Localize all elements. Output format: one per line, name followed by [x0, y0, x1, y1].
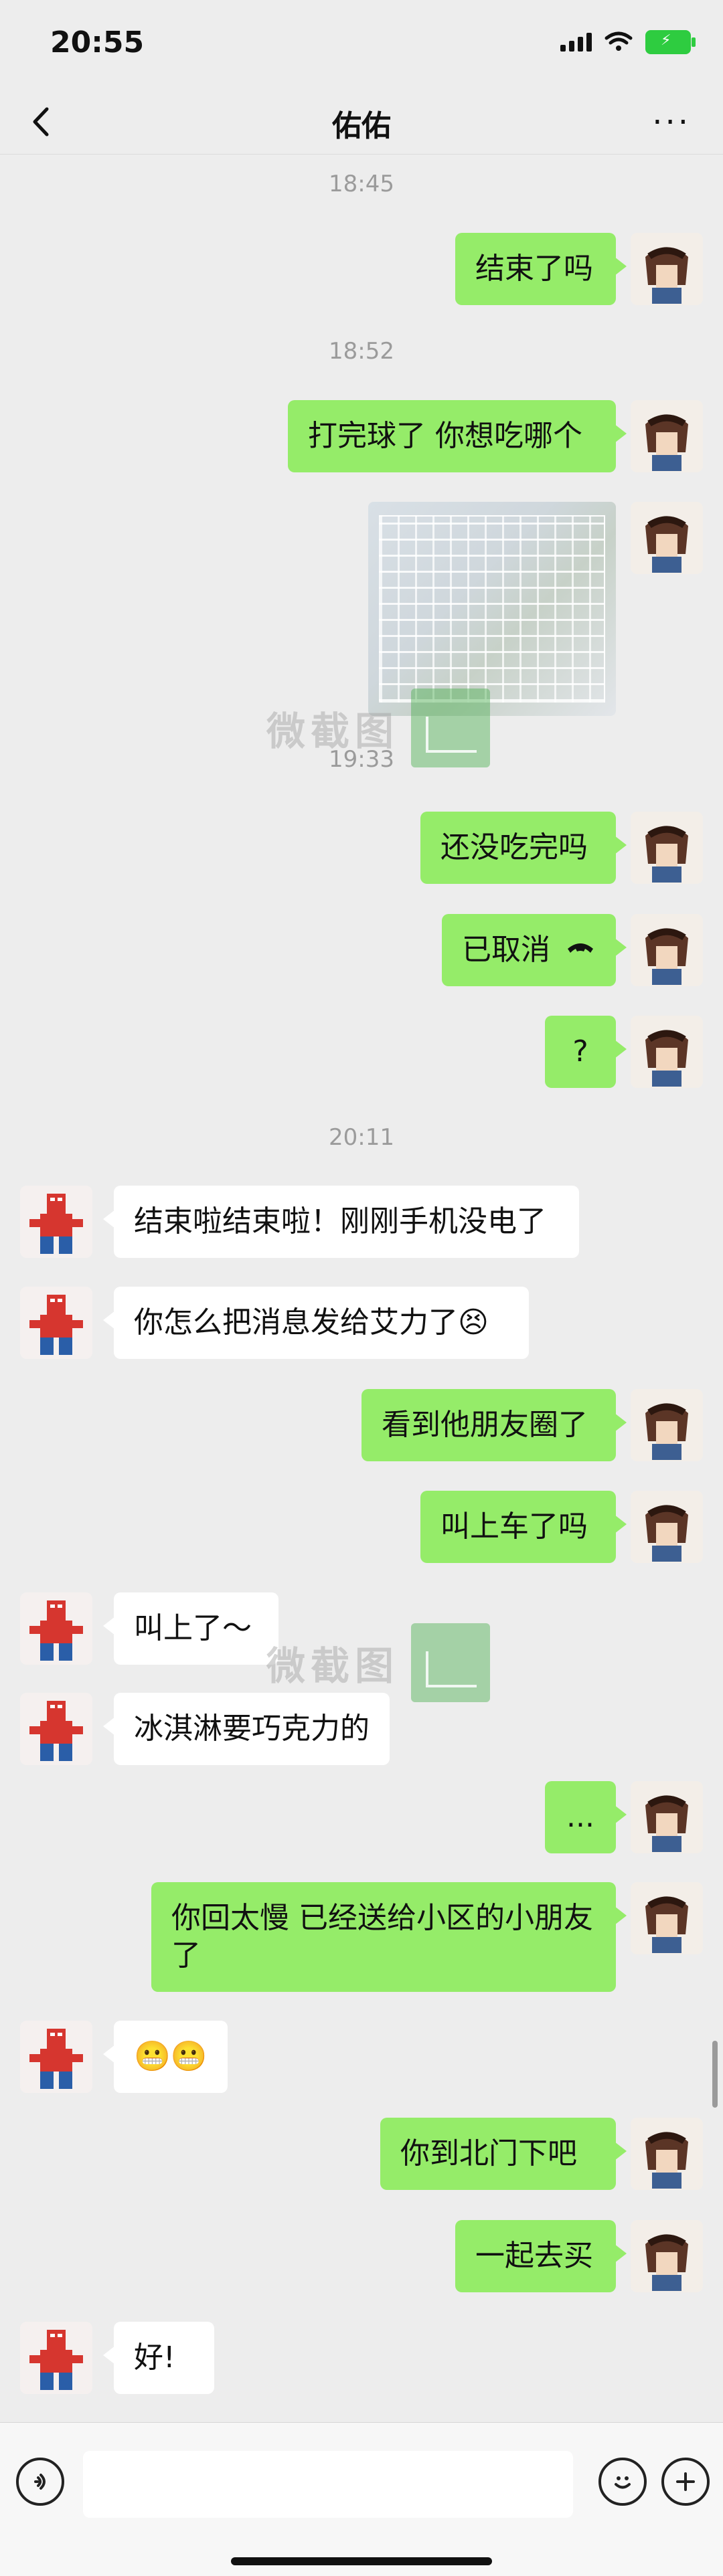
my-avatar[interactable] — [631, 1389, 703, 1461]
my-avatar[interactable] — [631, 1781, 703, 1853]
more-dots-icon[interactable]: ··· — [652, 104, 691, 141]
message-bubble[interactable]: 叫上车了吗 — [420, 1491, 627, 1563]
my-avatar[interactable] — [631, 233, 703, 305]
signal-icon — [560, 33, 592, 52]
my-avatar[interactable] — [631, 914, 703, 986]
chat-header: 佑佑 ··· — [0, 87, 723, 155]
call-cancelled-bubble[interactable]: 已取消 — [442, 914, 627, 986]
message-bubble[interactable]: 结束了吗 — [455, 233, 627, 305]
watermark-text: 微截图 — [266, 1643, 400, 1689]
contact-avatar[interactable] — [20, 1592, 92, 1665]
status-time: 20:55 — [50, 25, 145, 60]
watermark: 微截图 — [266, 1623, 507, 1703]
message-bubble[interactable]: 冰淇淋要巧克力的 — [103, 1693, 390, 1765]
input-bar — [0, 2422, 723, 2576]
my-avatar[interactable] — [631, 1882, 703, 1954]
phone-hangup-icon — [568, 943, 593, 953]
my-avatar[interactable] — [631, 502, 703, 574]
message-bubble[interactable]: 一起去买 — [455, 2220, 627, 2292]
watermark-icon — [411, 1623, 491, 1702]
timestamp: 18:52 — [329, 338, 394, 365]
message-bubble[interactable]: 看到他朋友圈了 — [362, 1389, 627, 1461]
message-bubble[interactable]: 你回太慢 已经送给小区的小朋友了 — [151, 1882, 627, 1992]
message-bubble[interactable]: 😬😬 — [103, 2021, 228, 2093]
message-list[interactable]: 18:45 结束了吗 18:52 打完球了 你想吃哪个 微截图 19:33 还没… — [0, 154, 723, 2422]
chat-title: 佑佑 — [332, 109, 391, 143]
message-bubble[interactable]: 你怎么把消息发给艾力了😣 — [103, 1287, 529, 1359]
battery-icon: ⚡ — [645, 30, 696, 54]
message-bubble[interactable]: ... — [545, 1781, 627, 1853]
my-avatar[interactable] — [631, 2118, 703, 2190]
image-message[interactable] — [368, 502, 616, 716]
message-bubble[interactable]: ? — [545, 1016, 627, 1088]
contact-avatar[interactable] — [20, 2322, 92, 2394]
contact-avatar[interactable] — [20, 2021, 92, 2093]
my-avatar[interactable] — [631, 812, 703, 884]
wifi-icon — [605, 31, 633, 51]
status-bar: 20:55 ⚡ — [0, 0, 723, 87]
timestamp: 19:33 — [329, 746, 394, 773]
contact-avatar[interactable] — [20, 1693, 92, 1765]
my-avatar[interactable] — [631, 2220, 703, 2292]
my-avatar[interactable] — [631, 1491, 703, 1563]
contact-avatar[interactable] — [20, 1287, 92, 1359]
scrollbar[interactable] — [712, 2041, 718, 2108]
message-input[interactable] — [83, 2451, 573, 2518]
voice-icon[interactable] — [16, 2458, 64, 2506]
my-avatar[interactable] — [631, 400, 703, 472]
message-bubble[interactable]: 结束啦结束啦！刚刚手机没电了 — [103, 1186, 579, 1258]
message-text: 已取消 — [462, 933, 550, 967]
emoji-icon[interactable] — [598, 2458, 647, 2506]
contact-avatar[interactable] — [20, 1186, 92, 1258]
plus-icon[interactable] — [661, 2458, 710, 2506]
message-bubble[interactable]: 好! — [103, 2322, 214, 2394]
status-icons: ⚡ — [560, 30, 696, 54]
my-avatar[interactable] — [631, 1016, 703, 1088]
home-indicator — [231, 2557, 492, 2565]
message-bubble[interactable]: 还没吃完吗 — [420, 812, 627, 884]
freezer-photo — [379, 515, 605, 703]
timestamp: 20:11 — [329, 1124, 394, 1151]
timestamp: 18:45 — [329, 171, 394, 197]
message-bubble[interactable]: 打完球了 你想吃哪个 — [288, 400, 627, 472]
message-bubble[interactable]: 叫上了～ — [103, 1592, 278, 1665]
message-bubble[interactable]: 你到北门下吧 — [380, 2118, 627, 2190]
